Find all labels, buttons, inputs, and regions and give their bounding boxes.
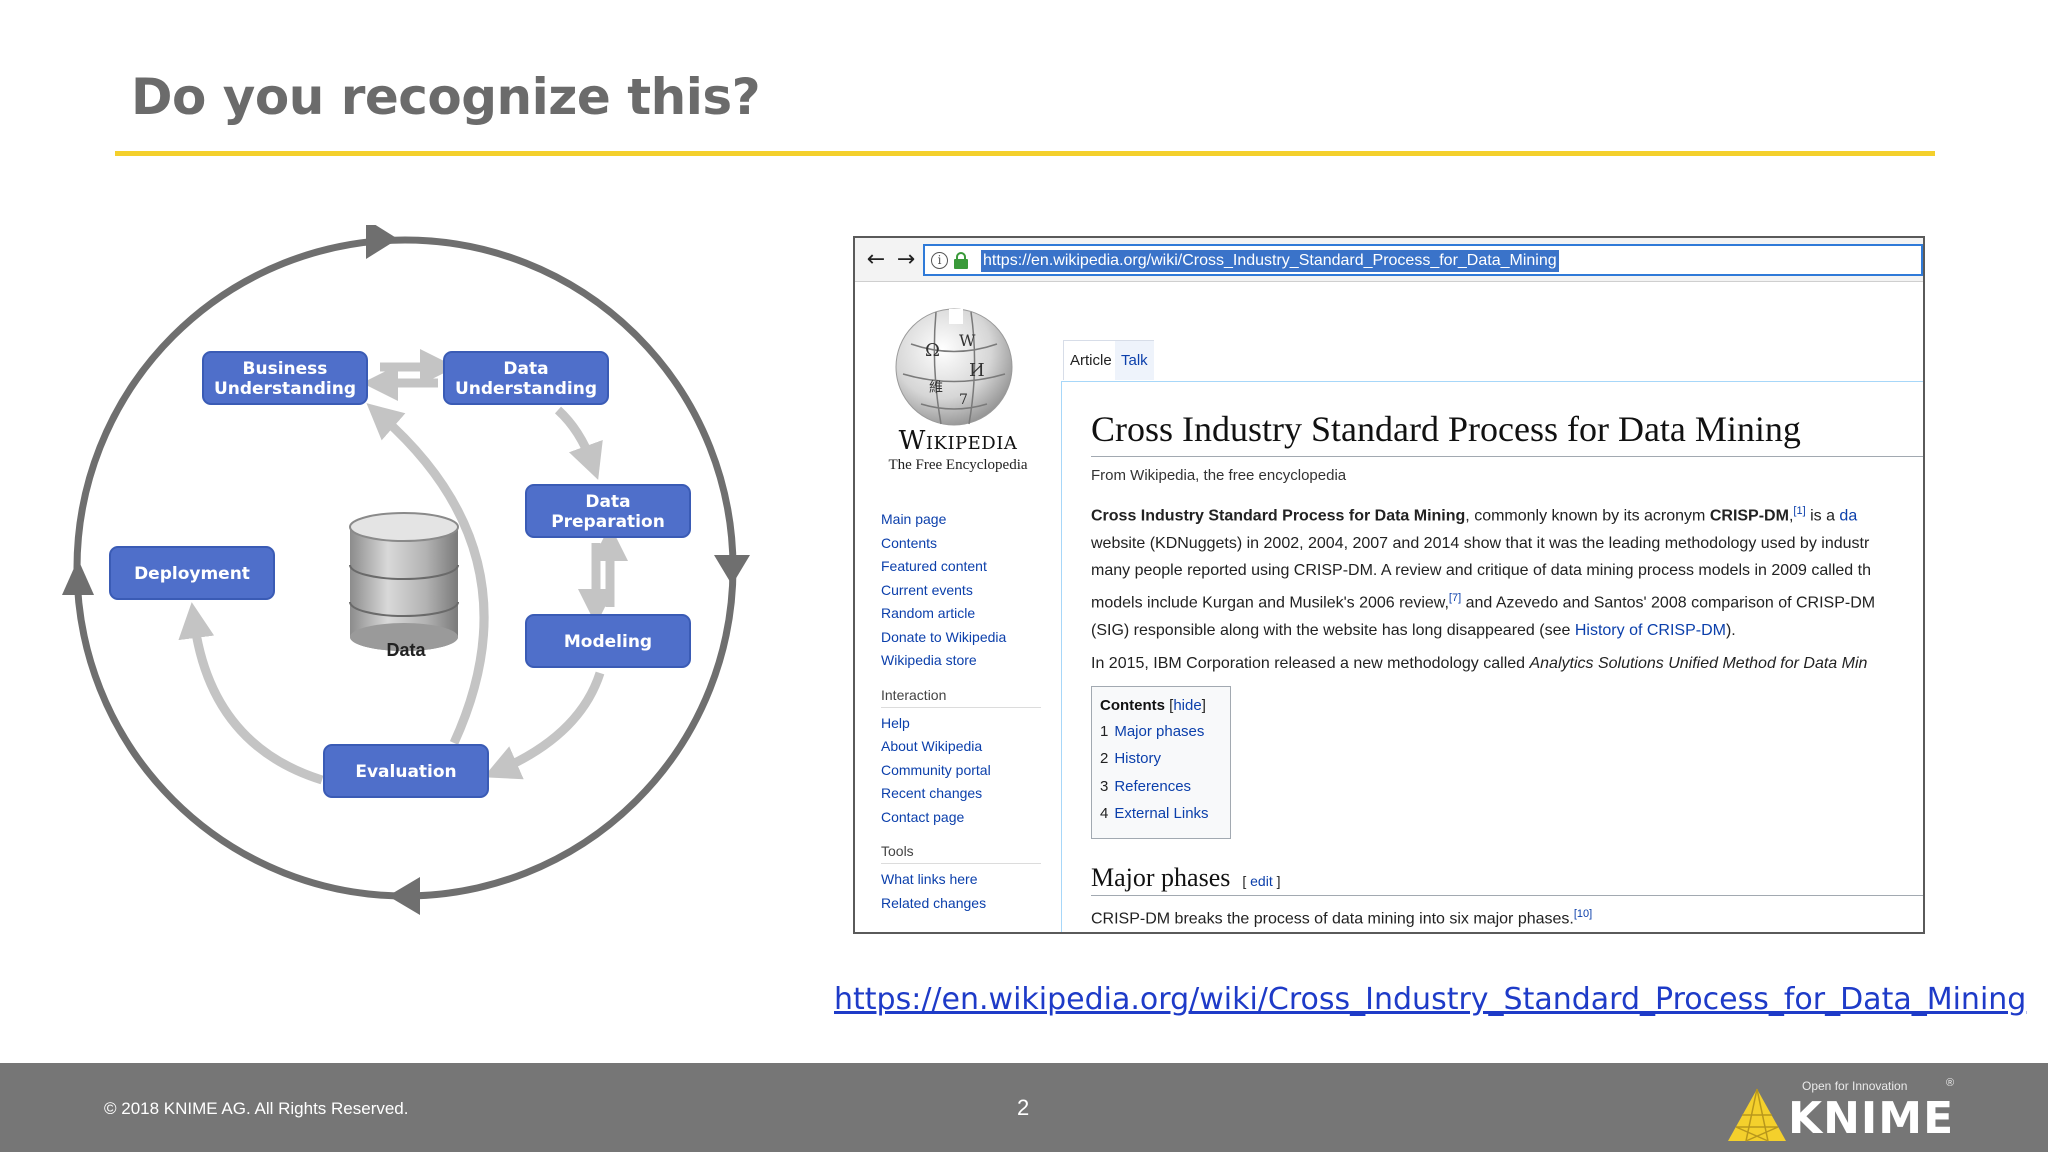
center-data-label: Data: [386, 640, 426, 660]
toc-heading: Contents [hide]: [1100, 696, 1206, 714]
sidebar-link-current-events[interactable]: Current events: [881, 579, 1041, 603]
sidebar-link-about[interactable]: About Wikipedia: [881, 735, 1041, 759]
crisp-dm-diagram: Data Business Understanding Data Underst…: [60, 225, 770, 925]
reference-7[interactable]: [7]: [1449, 592, 1461, 604]
wikipedia-tagline: The Free Encyclopedia: [888, 457, 1028, 473]
data-mining-link[interactable]: data mining: [1332, 910, 1415, 927]
toc-item[interactable]: 4 External Links: [1100, 800, 1222, 828]
title-underline: [115, 151, 1935, 156]
sidebar-link-help[interactable]: Help: [881, 712, 1041, 736]
svg-text:Data: Data: [503, 359, 548, 379]
wikipedia-globe-icon[interactable]: Ω W И 維 7: [891, 304, 1017, 430]
sidebar-link-main-page[interactable]: Main page: [881, 508, 1041, 532]
slide-title: Do you recognize this?: [131, 68, 761, 126]
sidebar-link-contact[interactable]: Contact page: [881, 806, 1041, 830]
phase-deployment: Deployment: [109, 546, 275, 600]
table-of-contents: Contents [hide] 1 Major phases 2 History 3…: [1091, 685, 1231, 839]
content-top-border: [1061, 381, 1923, 382]
address-bar[interactable]: i https://en.wikipedia.org/wiki/Cross_In…: [923, 244, 1923, 276]
arrow-mod-to-eval: [483, 671, 605, 780]
lock-icon: [954, 252, 968, 269]
cycle-arrowhead-left: [62, 559, 94, 595]
history-crisp-dm-link[interactable]: History of CRISP-DM: [1575, 622, 1726, 639]
article-paragraph-2: In 2015, IBM Corporation released a new …: [1091, 655, 1868, 673]
wikipedia-wordmark[interactable]: Wikipedia: [883, 426, 1033, 456]
sidebar-link-store[interactable]: Wikipedia store: [881, 649, 1041, 673]
cycle-arrowhead-right: [714, 555, 750, 585]
intro-line-4: models include Kurgan and Musilek's 2006…: [1091, 591, 1876, 612]
arrow-eval-to-deploy: [178, 602, 324, 785]
svg-text:Deployment: Deployment: [134, 564, 250, 584]
svg-text:Business: Business: [243, 359, 328, 379]
intro-line-1: Cross Industry Standard Process for Data…: [1091, 505, 1858, 525]
intro-line-5: (SIG) responsible along with the website…: [1091, 621, 1736, 639]
reference-1[interactable]: [1]: [1793, 505, 1805, 517]
phase-modeling: Modeling: [525, 614, 691, 668]
svg-text:Evaluation: Evaluation: [355, 762, 456, 782]
svg-text:И: И: [969, 360, 985, 381]
info-icon[interactable]: i: [931, 252, 948, 269]
wikipedia-sidebar: Main page Contents Featured content Curr…: [881, 508, 1041, 915]
sidebar-link-related-changes[interactable]: Related changes: [881, 892, 1041, 916]
source-url-link[interactable]: https://en.wikipedia.org/wiki/Cross_Indu…: [834, 982, 2026, 1017]
sidebar-link-random-article[interactable]: Random article: [881, 602, 1041, 626]
data-cylinder-icon: [349, 512, 459, 651]
knime-logo: Open for Innovation ® KNIME: [1726, 1073, 1966, 1145]
browser-screenshot: ← → i https://en.wikipedia.org/wiki/Cros…: [853, 236, 1925, 934]
footer-bar: © 2018 KNIME AG. All Rights Reserved. 2 …: [0, 1063, 2048, 1152]
svg-text:Understanding: Understanding: [214, 379, 356, 399]
intro-line-3: many people reported using CRISP-DM. A r…: [1091, 562, 1871, 580]
svg-text:Understanding: Understanding: [455, 379, 597, 399]
article-intro: Cross Industry Standard Process for Data…: [1091, 498, 1923, 644]
sidebar-link-donate[interactable]: Donate to Wikipedia: [881, 626, 1041, 650]
sidebar-link-recent-changes[interactable]: Recent changes: [881, 782, 1041, 806]
sidebar-link-community-portal[interactable]: Community portal: [881, 759, 1041, 783]
phase-evaluation: Evaluation: [323, 744, 489, 798]
svg-text:Ω: Ω: [925, 340, 940, 361]
registered-mark: ®: [1946, 1077, 1955, 1089]
tab-article[interactable]: Article: [1063, 340, 1119, 380]
toc-item[interactable]: 1 Major phases: [1100, 718, 1222, 746]
sidebar-link-featured-content[interactable]: Featured content: [881, 555, 1041, 579]
toc-item[interactable]: 3 References: [1100, 773, 1222, 801]
section-heading-major-phases: Major phases[ edit ]: [1091, 863, 1923, 896]
article-content: Cross Industry Standard Process for Data…: [1091, 408, 1923, 929]
sidebar-link-contents[interactable]: Contents: [881, 532, 1041, 556]
section-text-partial: CRISP-DM breaks the process of data mini…: [1091, 907, 1593, 927]
back-arrow-icon[interactable]: ←: [863, 248, 889, 272]
article-link-data[interactable]: da: [1839, 507, 1857, 524]
svg-text:Data: Data: [585, 492, 630, 512]
svg-text:Preparation: Preparation: [551, 512, 665, 532]
sidebar-link-what-links-here[interactable]: What links here: [881, 868, 1041, 892]
phase-business-understanding: Business Understanding: [202, 351, 368, 405]
phase-data-understanding: Data Understanding: [443, 351, 609, 405]
browser-toolbar: ← → i https://en.wikipedia.org/wiki/Cros…: [855, 238, 1923, 282]
svg-text:維: 維: [929, 380, 943, 396]
cycle-arrowhead-bottom: [388, 877, 420, 915]
article-source-note: From Wikipedia, the free encyclopedia: [1091, 467, 1347, 484]
url-text[interactable]: https://en.wikipedia.org/wiki/Cross_Indu…: [981, 250, 1559, 272]
toc-hide-link[interactable]: hide: [1173, 697, 1201, 714]
article-title: Cross Industry Standard Process for Data…: [1091, 408, 1923, 457]
knime-wordmark: KNIME: [1788, 1093, 1955, 1144]
tab-talk[interactable]: Talk: [1115, 340, 1154, 380]
content-left-border: [1061, 381, 1062, 932]
svg-text:Modeling: Modeling: [564, 632, 652, 652]
section-edit-link[interactable]: edit: [1250, 873, 1273, 889]
sidebar-heading-tools: Tools: [881, 843, 1041, 864]
toc-item[interactable]: 2 History: [1100, 745, 1222, 773]
arrow-du-to-dp: [554, 406, 603, 480]
svg-text:7: 7: [959, 392, 968, 408]
svg-text:W: W: [959, 331, 976, 350]
sidebar-heading-interaction: Interaction: [881, 687, 1041, 708]
copyright-text: © 2018 KNIME AG. All Rights Reserved.: [104, 1099, 409, 1118]
knime-tagline: Open for Innovation: [1802, 1079, 1908, 1093]
phase-data-preparation: Data Preparation: [525, 484, 691, 538]
intro-line-2: website (KDNuggets) in 2002, 2004, 2007 …: [1091, 534, 1870, 552]
knime-triangle-icon: [1728, 1088, 1786, 1142]
forward-arrow-icon[interactable]: →: [893, 248, 919, 272]
page-number: 2: [1017, 1095, 1030, 1120]
